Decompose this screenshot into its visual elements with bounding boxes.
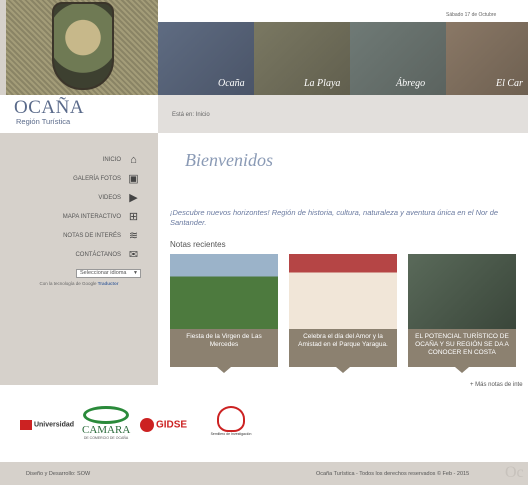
footer: Diseño y Desarrollo: SOW Ocaña Turística… bbox=[0, 462, 528, 485]
language-select[interactable]: Seleccionar idioma ▼ bbox=[76, 269, 141, 278]
menu-item-notas[interactable]: NOTAS DE INTERÉS ≋ bbox=[0, 226, 140, 245]
chevron-down-icon: ▼ bbox=[133, 270, 138, 276]
camara-logo-icon bbox=[83, 406, 129, 424]
gidse-logo-icon bbox=[140, 418, 154, 432]
sponsor-camara[interactable]: CAMARA DE COMERCIO DE OCAÑA bbox=[82, 406, 130, 440]
note-caption[interactable]: Celebra el día del Amor y la Amistad en … bbox=[289, 329, 397, 373]
banner-tile-el-carmen[interactable]: El Car bbox=[446, 22, 528, 95]
menu-item-label: VIDEOS bbox=[98, 194, 121, 201]
note-image[interactable] bbox=[170, 254, 278, 329]
mail-icon: ✉ bbox=[128, 249, 139, 261]
page-title: Bienvenidos bbox=[185, 150, 273, 170]
university-logo-icon bbox=[20, 420, 32, 430]
menu-item-label: NOTAS DE INTERÉS bbox=[63, 232, 121, 239]
sponsor-subtitle: DE COMERCIO DE OCAÑA bbox=[83, 436, 129, 440]
sponsor-name: GIDSE bbox=[155, 419, 188, 431]
home-icon: ⌂ bbox=[130, 153, 137, 166]
breadcrumb: Está en: Inicio bbox=[172, 112, 210, 118]
banner-tile-abrego[interactable]: Ábrego bbox=[350, 22, 446, 95]
current-date: Sábado 17 de Octubre bbox=[446, 12, 497, 18]
note-card[interactable]: EL POTENCIAL TURÍSTICO DE OCAÑA Y SU REG… bbox=[408, 254, 516, 373]
coat-of-arms bbox=[52, 2, 114, 90]
translate-powered: Con la tecnología de Google Traductor bbox=[0, 281, 158, 286]
recent-notes-heading: Notas recientes bbox=[170, 240, 226, 249]
semillero-logo-icon bbox=[217, 406, 245, 432]
banner-label: Ocaña bbox=[218, 78, 245, 89]
sponsor-name: CAMARA bbox=[82, 424, 131, 436]
note-image[interactable] bbox=[289, 254, 397, 329]
logo-title[interactable]: OCAÑA bbox=[14, 97, 84, 119]
note-image[interactable] bbox=[408, 254, 516, 329]
banner-tile-ocana[interactable]: Ocaña bbox=[158, 22, 254, 95]
banner-tile-la-playa[interactable]: La Playa bbox=[254, 22, 350, 95]
note-caption[interactable]: Fiesta de la Virgen de Las Mercedes bbox=[170, 329, 278, 373]
menu-item-contacto[interactable]: CONTÁCTANOS ✉ bbox=[0, 245, 140, 264]
menu-item-label: GALERÍA FOTOS bbox=[73, 175, 121, 182]
note-caption[interactable]: EL POTENCIAL TURÍSTICO DE OCAÑA Y SU REG… bbox=[408, 329, 516, 373]
sponsor-name: Semillero de Investigación bbox=[210, 432, 252, 436]
photo-icon: ▣ bbox=[128, 173, 139, 185]
sidebar: OCAÑA Región Turística INICIO ⌂ GALERÍA … bbox=[0, 0, 158, 385]
main-menu: INICIO ⌂ GALERÍA FOTOS ▣ VIDEOS ▶ MAPA I… bbox=[0, 150, 140, 264]
note-card[interactable]: Fiesta de la Virgen de Las Mercedes bbox=[170, 254, 278, 373]
sponsor-name: Universidad bbox=[33, 421, 75, 429]
banner-label: Ábrego bbox=[396, 78, 426, 89]
sponsors-bar: Universidad CAMARA DE COMERCIO DE OCAÑA … bbox=[0, 396, 528, 454]
menu-item-label: INICIO bbox=[102, 156, 121, 163]
video-icon: ▶ bbox=[129, 192, 138, 204]
banner-label: El Car bbox=[496, 78, 523, 89]
footer-copyright: Ocaña Turística - Todos los derechos res… bbox=[316, 471, 470, 477]
more-notes-link[interactable]: + Más notas de inte bbox=[470, 382, 523, 388]
menu-item-label: CONTÁCTANOS bbox=[75, 251, 121, 258]
footer-credits[interactable]: Diseño y Desarrollo: SOW bbox=[26, 471, 90, 477]
intro-text: ¡Descubre nuevos horizontes! Región de h… bbox=[170, 208, 499, 227]
sponsor-semillero[interactable]: Semillero de Investigación bbox=[204, 406, 258, 436]
menu-item-label: MAPA INTERACTIVO bbox=[62, 213, 121, 220]
breadcrumb-bar bbox=[158, 95, 528, 133]
powered-prefix: Con la tecnología de bbox=[39, 281, 81, 286]
crest-banner bbox=[6, 0, 158, 95]
translate-link[interactable]: Traductor bbox=[98, 281, 119, 286]
language-select-value: Seleccionar idioma bbox=[80, 270, 127, 276]
menu-item-galeria[interactable]: GALERÍA FOTOS ▣ bbox=[0, 169, 140, 188]
menu-item-inicio[interactable]: INICIO ⌂ bbox=[0, 150, 140, 169]
banner-label: La Playa bbox=[304, 78, 341, 89]
town-banner: Ocaña La Playa Ábrego El Car bbox=[158, 22, 528, 95]
google-label[interactable]: Google bbox=[82, 281, 97, 286]
rss-icon: ≋ bbox=[128, 230, 139, 242]
logo-subtitle: Región Turística bbox=[16, 117, 71, 126]
footer-watermark: Oc bbox=[505, 464, 524, 481]
menu-item-videos[interactable]: VIDEOS ▶ bbox=[0, 188, 140, 207]
map-icon: ⊞ bbox=[128, 211, 139, 223]
note-card[interactable]: Celebra el día del Amor y la Amistad en … bbox=[289, 254, 397, 373]
sponsor-universidad[interactable]: Universidad bbox=[20, 420, 74, 430]
menu-item-mapa[interactable]: MAPA INTERACTIVO ⊞ bbox=[0, 207, 140, 226]
sponsor-gidse[interactable]: GIDSE bbox=[140, 418, 187, 432]
